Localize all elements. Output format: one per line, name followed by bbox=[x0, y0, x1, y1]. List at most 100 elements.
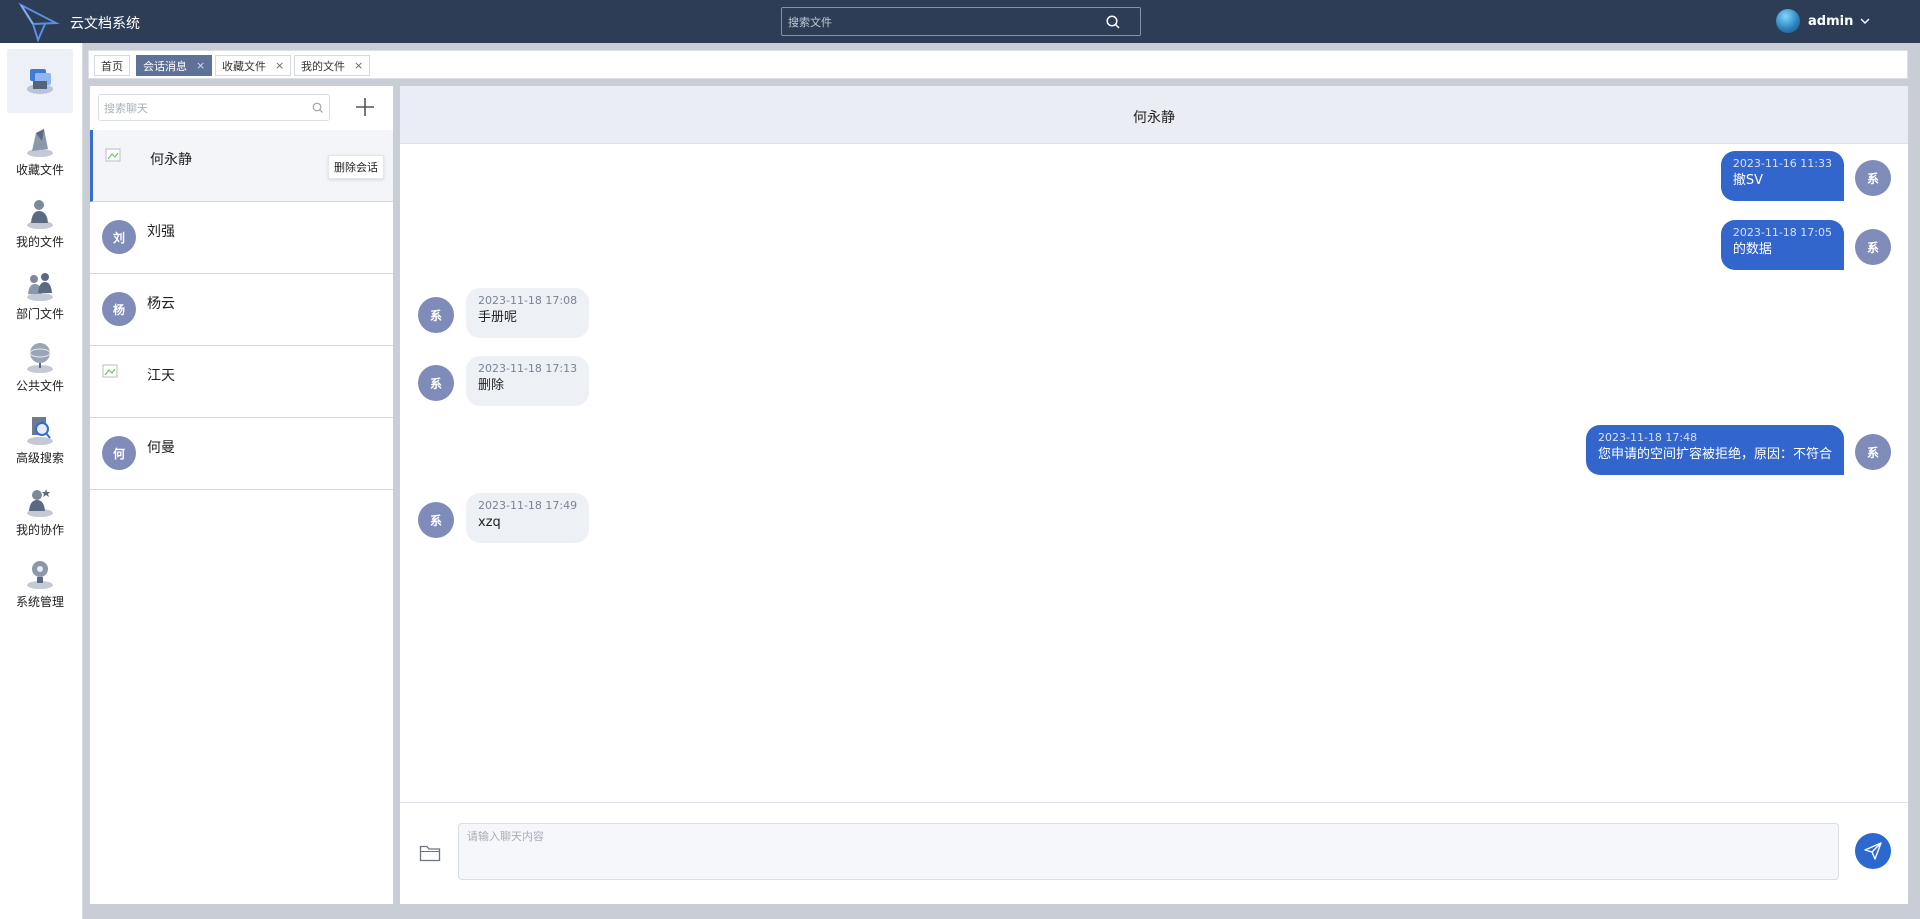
conversation-name: 何永静 bbox=[150, 152, 192, 168]
system-admin-icon bbox=[27, 561, 53, 589]
chat-message: 2023-11-18 17:48 您申请的空间扩容被拒绝，原因：不符合 系 bbox=[400, 424, 1908, 478]
message-bubble: 2023-11-18 17:05 的数据 bbox=[1720, 220, 1844, 270]
left-sidebar: 收藏文件 我的文件 部门文件 公共文件 高级搜索 我的协作 系统管理 bbox=[0, 43, 83, 919]
conversation-item[interactable]: 何 何曼 bbox=[90, 418, 393, 490]
chat-search-input[interactable] bbox=[104, 100, 304, 116]
folder-icon[interactable] bbox=[419, 843, 441, 863]
avatar: 系 bbox=[418, 365, 454, 401]
conversation-item[interactable]: 江天 bbox=[90, 346, 393, 418]
tabs-bar: 首页 会话消息 × 收藏文件 × 我的文件 × bbox=[88, 50, 1908, 79]
collaboration-icon bbox=[27, 489, 53, 517]
sidebar-label: 公共文件 bbox=[15, 379, 64, 393]
message-time: 2023-11-18 17:13 bbox=[478, 362, 578, 375]
sidebar-label: 高级搜索 bbox=[15, 451, 64, 465]
tab-my-files[interactable]: 我的文件 × bbox=[294, 55, 371, 76]
message-time: 2023-11-18 17:48 bbox=[1597, 431, 1698, 444]
sidebar-item-collaboration[interactable]: 我的协作 bbox=[7, 479, 73, 543]
chat-title: 何永静 bbox=[1133, 110, 1175, 126]
avatar: 系 bbox=[418, 297, 454, 333]
chat-message-input[interactable] bbox=[458, 823, 1839, 880]
avatar: 杨 bbox=[102, 292, 136, 326]
avatar: 系 bbox=[1855, 229, 1891, 265]
close-icon[interactable]: × bbox=[275, 59, 284, 72]
chat-message: 系 2023-11-18 17:13 删除 bbox=[400, 355, 1908, 409]
message-bubble: 2023-11-18 17:08 手册呢 bbox=[466, 288, 590, 338]
tab-favorites[interactable]: 收藏文件 × bbox=[215, 55, 292, 76]
user-name: admin bbox=[1808, 13, 1854, 29]
conversation-item[interactable]: 何永静 删除会话 bbox=[90, 130, 393, 202]
tab-label: 我的文件 bbox=[301, 59, 345, 73]
message-time: 2023-11-16 11:33 bbox=[1732, 157, 1832, 170]
conversation-item[interactable]: 刘 刘强 bbox=[90, 202, 393, 274]
broken-image-icon bbox=[102, 364, 118, 378]
message-text: 删除 bbox=[478, 378, 505, 393]
sidebar-item-advanced-search[interactable]: 高级搜索 bbox=[7, 407, 73, 471]
message-bubble: 2023-11-16 11:33 撤SV bbox=[1720, 151, 1844, 201]
avatar: 系 bbox=[1855, 434, 1891, 470]
conversation-name: 江天 bbox=[147, 368, 175, 384]
advanced-search-icon bbox=[27, 417, 53, 445]
chat-header: 何永静 bbox=[400, 86, 1908, 144]
conversation-list-panel: 何永静 删除会话 刘 刘强 杨 杨云 江天 何 何曼 bbox=[90, 86, 393, 904]
user-menu[interactable]: admin bbox=[1776, 8, 1870, 34]
chat-panel: 何永静 2023-11-16 11:33 撤SV 系 2023-11-18 17… bbox=[400, 86, 1908, 904]
sidebar-label: 系统管理 bbox=[15, 595, 64, 609]
message-text: 您申请的空间扩容被拒绝，原因：不符合 bbox=[1597, 447, 1832, 462]
message-time: 2023-11-18 17:08 bbox=[478, 294, 578, 307]
search-icon[interactable] bbox=[1106, 15, 1120, 29]
conversation-name: 何曼 bbox=[147, 440, 175, 456]
my-files-icon bbox=[27, 200, 53, 229]
message-bubble: 2023-11-18 17:13 删除 bbox=[466, 356, 590, 406]
chevron-down-icon bbox=[1860, 18, 1870, 24]
tab-label: 会话消息 bbox=[143, 59, 187, 73]
sidebar-item-favorites[interactable]: 收藏文件 bbox=[7, 119, 73, 183]
tab-label: 收藏文件 bbox=[222, 59, 266, 73]
delete-conversation-button[interactable]: 删除会话 bbox=[328, 155, 384, 179]
user-avatar bbox=[1776, 9, 1800, 33]
message-icon bbox=[27, 69, 53, 94]
close-icon[interactable]: × bbox=[196, 59, 205, 72]
file-search-box[interactable] bbox=[781, 7, 1141, 36]
logo-icon bbox=[18, 2, 60, 42]
broken-image-icon bbox=[105, 148, 121, 162]
conversation-name: 杨云 bbox=[147, 296, 175, 312]
message-text: 撤SV bbox=[1732, 173, 1764, 188]
message-time: 2023-11-18 17:05 bbox=[1732, 226, 1832, 239]
chat-message: 2023-11-16 11:33 撤SV 系 bbox=[400, 150, 1908, 204]
sidebar-item-public-files[interactable]: 公共文件 bbox=[7, 335, 73, 399]
public-files-icon bbox=[27, 343, 53, 373]
message-text: 的数据 bbox=[1732, 242, 1772, 257]
conversation-item[interactable]: 杨 杨云 bbox=[90, 274, 393, 346]
avatar: 系 bbox=[418, 502, 454, 538]
tab-messages[interactable]: 会话消息 × bbox=[136, 55, 213, 76]
message-bubble: 2023-11-18 17:49 xzq bbox=[466, 493, 590, 543]
message-text: 手册呢 bbox=[478, 310, 518, 325]
chat-search-box[interactable] bbox=[98, 94, 330, 121]
file-search-input[interactable] bbox=[788, 13, 1098, 31]
conversation-name: 刘强 bbox=[147, 224, 175, 240]
chat-message: 系 2023-11-18 17:08 手册呢 bbox=[400, 287, 1908, 341]
chat-input-area bbox=[400, 802, 1908, 904]
avatar: 何 bbox=[102, 436, 136, 470]
sidebar-label: 收藏文件 bbox=[15, 163, 64, 177]
sidebar-label: 我的文件 bbox=[15, 235, 64, 249]
sidebar-item-department-files[interactable]: 部门文件 bbox=[7, 263, 73, 327]
close-icon[interactable]: × bbox=[354, 59, 363, 72]
sidebar-item-messages[interactable] bbox=[7, 49, 73, 113]
send-icon bbox=[1864, 842, 1882, 860]
department-files-icon bbox=[27, 273, 53, 301]
add-conversation-button[interactable] bbox=[354, 96, 376, 118]
sidebar-item-my-files[interactable]: 我的文件 bbox=[7, 191, 73, 255]
search-icon[interactable] bbox=[312, 102, 324, 114]
top-bar: 云文档系统 admin bbox=[0, 0, 1920, 43]
favorites-icon bbox=[27, 129, 53, 157]
avatar: 系 bbox=[1855, 160, 1891, 196]
sidebar-label: 我的协作 bbox=[15, 523, 64, 537]
sidebar-label: 部门文件 bbox=[15, 307, 64, 321]
send-button[interactable] bbox=[1855, 833, 1891, 869]
message-bubble: 2023-11-18 17:48 您申请的空间扩容被拒绝，原因：不符合 bbox=[1585, 425, 1844, 475]
message-time: 2023-11-18 17:49 bbox=[478, 499, 578, 512]
sidebar-item-system-admin[interactable]: 系统管理 bbox=[7, 551, 73, 615]
message-text: xzq bbox=[478, 515, 501, 530]
tab-home[interactable]: 首页 bbox=[94, 55, 130, 76]
